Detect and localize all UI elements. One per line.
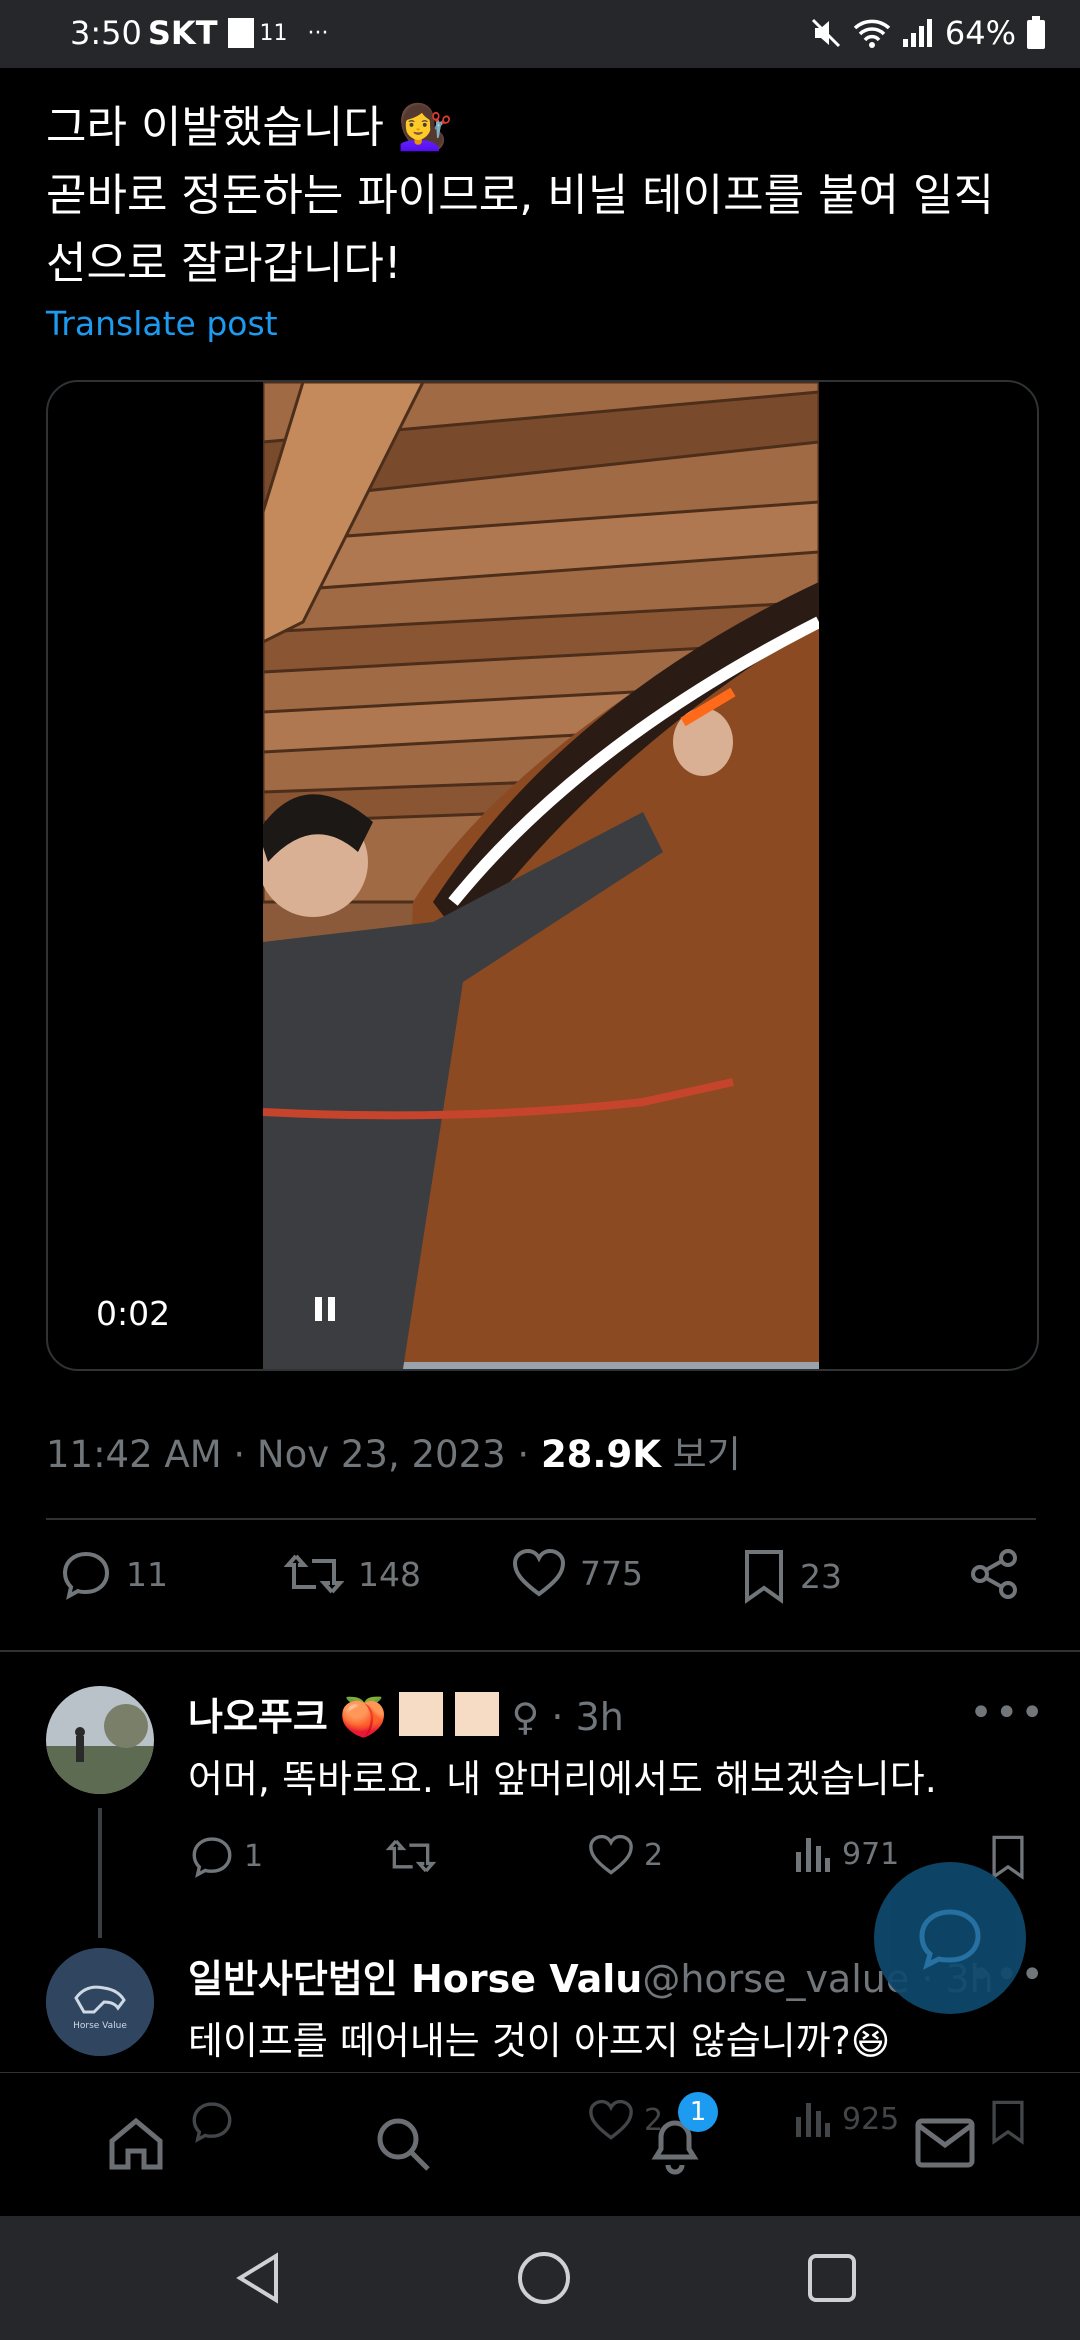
reply-like-count: 2 bbox=[644, 1837, 664, 1873]
bookmark-icon bbox=[745, 1550, 783, 1604]
heart-icon bbox=[589, 2099, 633, 2140]
reply-views-button[interactable]: 925 bbox=[792, 2099, 899, 2139]
share-icon bbox=[971, 1549, 1017, 1599]
status-time: 3:50 bbox=[70, 14, 142, 52]
reply-header: 나오푸크 🍑 ♀ · 3h bbox=[188, 1686, 624, 1741]
tweet-line-1: 그라 이발했습니다 💇‍♀️ bbox=[46, 102, 453, 153]
bookmark-count: 23 bbox=[800, 1556, 842, 1596]
reply-bookmark-button[interactable] bbox=[990, 2099, 1026, 2145]
notification-icon bbox=[227, 18, 254, 48]
reply-button[interactable]: 11 bbox=[60, 1548, 168, 1600]
battery-icon bbox=[1027, 16, 1045, 49]
status-bar: 3:50 SKT 11 ··· 64% bbox=[0, 0, 1080, 68]
status-bar-left: 3:50 SKT 11 ··· bbox=[70, 14, 329, 52]
reply-text: 테이프를 떼어내는 것이 아프지 않습니까?😆 bbox=[188, 2019, 891, 2063]
reply-reply-button[interactable] bbox=[190, 2099, 234, 2143]
recents-icon[interactable] bbox=[806, 2252, 858, 2304]
tweet-views-count: 28.9K bbox=[540, 1433, 661, 1476]
repost-button[interactable]: 148 bbox=[284, 1548, 421, 1600]
video-time: 0:02 bbox=[96, 1294, 171, 1333]
bookmark-button[interactable]: 23 bbox=[742, 1548, 842, 1604]
bookmark-icon bbox=[992, 2100, 1024, 2145]
repost-count: 148 bbox=[358, 1554, 421, 1594]
reply-text: 어머, 똑바로요. 내 앞머리에서도 해보겠습니다. bbox=[188, 1757, 937, 1801]
name-block-1 bbox=[399, 1692, 444, 1736]
tweet-line-3: 선으로 잘라갑니다! bbox=[46, 238, 402, 289]
reply-author-name[interactable]: 일반사단법인 Horse Valu bbox=[188, 1957, 642, 2001]
divider bbox=[46, 1518, 1036, 1520]
tweet-meta: 11:42 AM · Nov 23, 2023 · 28.9K 보기 bbox=[46, 1424, 741, 1478]
like-button[interactable]: 775 bbox=[512, 1548, 643, 1598]
bottom-nav: 2 925 bbox=[0, 2072, 1080, 2217]
avatar[interactable] bbox=[46, 1686, 154, 1794]
translate-post-link[interactable]: Translate post bbox=[46, 304, 278, 343]
status-dots: ··· bbox=[307, 20, 329, 46]
reply-author-name[interactable]: 나오푸크 bbox=[188, 1695, 328, 1739]
status-extra: 11 bbox=[259, 20, 288, 46]
signal-icon bbox=[902, 19, 932, 47]
like-count: 775 bbox=[580, 1553, 643, 1593]
system-nav-bar bbox=[0, 2216, 1080, 2340]
tweet-action-bar: 11 148 775 23 bbox=[0, 1548, 1080, 1622]
share-button[interactable] bbox=[968, 1548, 1020, 1600]
reply-icon bbox=[192, 2102, 232, 2143]
repost-icon bbox=[284, 1554, 344, 1594]
analytics-icon bbox=[796, 2103, 830, 2137]
tweet-line-2: 곧바로 정돈하는 파이므로, 비닐 테이프를 붙여 일직 bbox=[46, 170, 994, 221]
reply-reply-button[interactable]: 1 bbox=[190, 1834, 263, 1878]
home-icon[interactable] bbox=[106, 2113, 166, 2173]
divider bbox=[0, 1650, 1080, 1652]
more-options-button[interactable]: ••• bbox=[969, 1690, 1046, 1736]
status-bar-right: 64% bbox=[809, 14, 1046, 52]
reply-reply-count: 1 bbox=[244, 1838, 264, 1874]
avatar-logo-text: Horse Value bbox=[73, 2021, 127, 2031]
reply-icon bbox=[919, 1909, 981, 1970]
tweet-video[interactable]: 0:02 bbox=[46, 380, 1039, 1371]
reply-view-count: 925 bbox=[842, 2101, 900, 2137]
reply-like-button[interactable]: 2 bbox=[588, 1834, 663, 1876]
avatar[interactable]: Horse Value bbox=[46, 1948, 154, 2056]
search-icon[interactable] bbox=[372, 2113, 434, 2175]
reply-author-handle: ♀ · 3h bbox=[511, 1695, 624, 1739]
mute-icon bbox=[811, 18, 840, 48]
video-controls: 0:02 bbox=[96, 1294, 335, 1333]
name-block-2 bbox=[455, 1692, 500, 1736]
thread-connector bbox=[98, 1808, 102, 1938]
back-icon[interactable] bbox=[232, 2250, 286, 2306]
reply-header: 일반사단법인 Horse Valu@horse_value · 3h bbox=[188, 1948, 994, 2003]
mail-icon[interactable] bbox=[914, 2117, 976, 2169]
status-carrier: SKT bbox=[147, 14, 218, 52]
reply-icon bbox=[62, 1551, 110, 1600]
tweet-timestamp: 11:42 AM · Nov 23, 2023 · bbox=[46, 1433, 541, 1476]
reply-repost-button[interactable] bbox=[386, 1834, 436, 1878]
reply-author-decoration: 🍑 bbox=[327, 1695, 400, 1739]
notifications-badge: 1 bbox=[678, 2092, 718, 2132]
reply-icon bbox=[192, 1837, 232, 1878]
reply-count: 11 bbox=[126, 1554, 168, 1594]
pause-icon[interactable] bbox=[311, 1294, 339, 1324]
wifi-icon bbox=[853, 19, 891, 48]
battery-percent: 64% bbox=[944, 14, 1016, 52]
repost-icon bbox=[386, 1839, 436, 1873]
tweet-views-label: 보기 bbox=[660, 1433, 741, 1476]
heart-icon bbox=[512, 1548, 566, 1597]
tweet-text: 그라 이발했습니다 💇‍♀️ 곧바로 정돈하는 파이므로, 비닐 테이프를 붙여… bbox=[46, 94, 1046, 298]
heart-icon bbox=[589, 1834, 633, 1875]
analytics-icon bbox=[796, 1838, 830, 1872]
home-circle-icon[interactable] bbox=[516, 2250, 572, 2306]
video-frame bbox=[263, 382, 819, 1369]
compose-reply-fab[interactable] bbox=[874, 1862, 1026, 2014]
